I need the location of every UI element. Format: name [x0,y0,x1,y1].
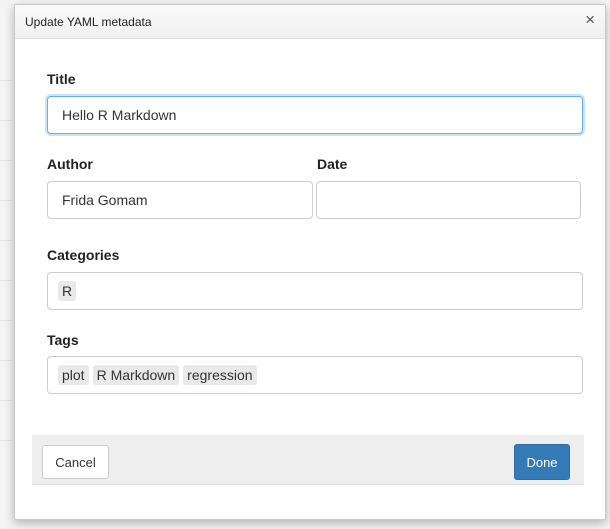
cancel-button[interactable]: Cancel [42,445,109,479]
categories-label: Categories [47,247,120,263]
background-line [0,120,12,121]
dialog-title: Update YAML metadata [25,15,152,29]
background-line [0,240,12,241]
background-line [0,440,12,441]
background-line [0,200,12,201]
title-input-value: Hello R Markdown [62,107,177,123]
dialog-titlebar: Update YAML metadata × [15,5,605,39]
background-line [0,280,12,281]
title-label: Title [47,71,76,87]
date-label: Date [317,156,348,172]
background-line [0,160,12,161]
done-button[interactable]: Done [514,444,570,480]
tag-chip[interactable]: R Markdown [92,365,180,385]
background-line [0,360,12,361]
tags-input[interactable]: plot R Markdown regression [47,356,583,394]
background-line [0,80,12,81]
categories-input[interactable]: R [47,272,583,310]
background-line [0,400,12,401]
tag-chip[interactable]: plot [58,365,89,385]
tags-label: Tags [47,332,79,348]
dialog-footer [32,435,584,485]
date-input[interactable] [316,181,581,219]
author-input[interactable]: Frida Gomam [47,181,313,219]
category-chip[interactable]: R [58,281,77,301]
author-input-value: Frida Gomam [62,192,148,208]
tag-chip[interactable]: regression [183,365,257,385]
background-line [0,320,12,321]
yaml-metadata-dialog: Update YAML metadata × Title Hello R Mar… [14,4,606,520]
author-label: Author [47,156,93,172]
title-input[interactable]: Hello R Markdown [47,96,583,134]
close-icon[interactable]: × [585,11,595,28]
